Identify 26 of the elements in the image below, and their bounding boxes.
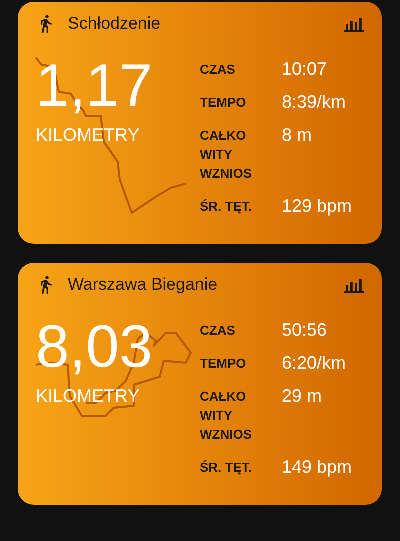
stat-label: TEMPO (200, 94, 248, 112)
stat-label: CAŁKO WITY WZNIOS (200, 388, 253, 444)
bar-chart-icon[interactable] (344, 277, 364, 293)
stat-value: 8:39/km (282, 93, 346, 112)
bar-chart-icon[interactable] (344, 16, 364, 32)
activity-title: Schłodzenie (68, 13, 162, 36)
stat-value: 149 bpm (282, 458, 352, 477)
stat-label: CZAS (200, 61, 236, 79)
distance-unit: KILOMETRY (36, 124, 140, 147)
stat-value: 6:20/km (282, 354, 346, 373)
stat-label: ŚR. TĘT. (200, 459, 254, 477)
stat-value: 10:07 (282, 60, 328, 79)
activity-card[interactable]: Schłodzenie 1,17 KILOMETRY CZAS 10:07 TEMPO 8:39/km CAŁKO WITY WZNIOS 8 m ŚR. TĘT. 129 bpm (18, 2, 382, 244)
stat-label: CAŁKO WITY WZNIOS (200, 127, 253, 183)
activity-title: Warszawa Bieganie (68, 274, 219, 296)
stat-value: 29 m (282, 387, 322, 408)
stat-value: 50:56 (282, 321, 328, 340)
activity-card[interactable]: Warszawa Bieganie 8,03 KILOMETRY CZAS 50:56 TEMPO 6:20/km CAŁKO WITY WZNIOS 29 m ŚR. TĘT. 149 bpm (18, 263, 382, 505)
distance-unit: KILOMETRY (36, 385, 140, 408)
stat-label: TEMPO (200, 355, 248, 373)
stat-value: 129 bpm (282, 197, 352, 216)
stat-label: CZAS (200, 322, 236, 340)
distance-value: 1,17 (36, 54, 153, 118)
stat-label: ŚR. TĘT. (200, 198, 254, 216)
stat-value: 8 m (282, 126, 312, 147)
distance-value: 8,03 (36, 315, 153, 379)
